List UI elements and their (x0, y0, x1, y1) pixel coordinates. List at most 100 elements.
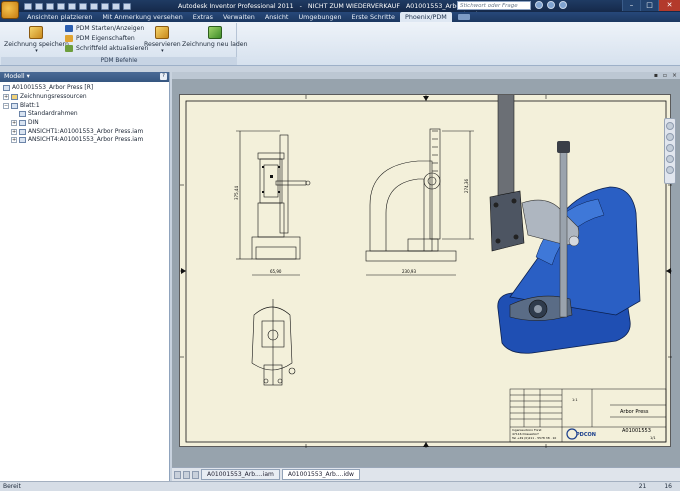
view-icon (19, 128, 26, 135)
tree-item-view1[interactable]: + ANSICHT1:A01001553_Arbor Press.iam (3, 127, 166, 136)
tab-mit-anmerkung[interactable]: Mit Anmerkung versehen (97, 12, 187, 22)
pdm-properties-icon (65, 35, 73, 42)
application-menu-button[interactable] (1, 1, 19, 19)
subscription-icon[interactable] (547, 1, 555, 9)
undo-icon[interactable] (57, 2, 65, 10)
select-icon[interactable] (90, 2, 98, 10)
dim-height-side: 274,36 (464, 179, 469, 193)
material-icon[interactable] (101, 2, 109, 10)
tree-item-sheet[interactable]: − Blatt:1 (3, 101, 166, 110)
titleblock-title: Arbor Press (620, 409, 649, 415)
graphics-window-controls: ▪ ▫ × (654, 72, 677, 79)
titleblock-refresh-button[interactable]: Schriftfeld aktualisieren (65, 45, 148, 52)
quick-access-toolbar (24, 0, 131, 12)
maximize-button[interactable]: □ (640, 0, 658, 11)
update-icon[interactable] (112, 2, 120, 10)
redo-icon[interactable] (68, 2, 76, 10)
help-icon[interactable] (559, 1, 567, 9)
expand-icon[interactable]: + (11, 137, 17, 144)
drawing-sheet[interactable]: 375,44 65,90 230,93 274,36 Arbor Press A… (179, 94, 672, 448)
pdm-start-button[interactable]: PDM Starten/Anzeigen (65, 25, 144, 32)
tree-item-resources[interactable]: + Zeichnungsressourcen (3, 93, 166, 102)
reload-drawing-button[interactable]: Zeichnung neu laden (182, 26, 248, 48)
tree-label-resources: Zeichnungsressourcen (20, 94, 87, 101)
close-button[interactable]: ✕ (658, 0, 680, 11)
view-icon (19, 137, 26, 144)
tab-scroll-left-icon[interactable] (174, 470, 181, 479)
tab-ansichten-platzieren[interactable]: Ansichten platzieren (22, 12, 97, 22)
look-at-icon[interactable] (666, 166, 674, 174)
tree-item-document[interactable]: A01001553_Arbor Press [R] (3, 84, 166, 93)
ribbon-minimize-icon[interactable] (457, 14, 470, 20)
reserve-icon (155, 26, 170, 39)
status-bar: Bereit 21 16 (0, 481, 680, 491)
browser-help-button[interactable]: ? (160, 73, 167, 80)
pdm-start-icon (65, 25, 73, 32)
sheet-icon (11, 102, 18, 109)
document-tabs: A01001553_Arb....iam A01001553_Arb....id… (172, 467, 680, 481)
browser-header[interactable]: Modell ▾ ? (0, 72, 169, 82)
drawing-document-icon (3, 85, 10, 92)
tab-phoenix-pdm[interactable]: Phoenix/PDM (399, 12, 452, 22)
measure-icon[interactable] (123, 2, 131, 10)
save-drawing-icon (29, 26, 44, 39)
center-mark-right (666, 268, 671, 274)
binoculars-icon[interactable] (535, 1, 543, 9)
title-bar: Autodesk Inventor Professional 2011 - NI… (0, 0, 680, 19)
tab-erste-schritte[interactable]: Erste Schritte (347, 12, 400, 22)
title-separator: - (299, 2, 302, 10)
expand-icon[interactable]: + (3, 94, 9, 101)
dim-width-side: 230,93 (402, 269, 416, 274)
tab-ansicht[interactable]: Ansicht (260, 12, 294, 22)
orbit-icon[interactable] (666, 155, 674, 163)
save-drawing-button[interactable]: Zeichnung speichern ▾ (4, 26, 69, 54)
tree-label-view4: ANSICHT4:A01001553_Arbor Press.iam (28, 137, 144, 144)
titleblock-refresh-label: Schriftfeld aktualisieren (76, 45, 149, 52)
canvas-close-icon[interactable]: × (672, 72, 677, 79)
status-count-2: 16 (664, 483, 672, 490)
drawing-svg: 375,44 65,90 230,93 274,36 Arbor Press A… (180, 95, 672, 448)
tab-list-icon[interactable] (192, 470, 199, 479)
save-drawing-label: Zeichnung speichern (4, 41, 69, 48)
browser-title: Modell (4, 73, 25, 80)
expand-icon[interactable]: + (11, 120, 17, 127)
tree-item-border[interactable]: Standardrahmen (3, 110, 166, 119)
canvas-restore-icon[interactable]: ▫ (663, 72, 667, 79)
status-count-1: 21 (638, 483, 647, 490)
panel-label: PDM Befehle (1, 57, 237, 65)
tree-label-document: A01001553_Arbor Press [R] (12, 85, 94, 92)
expand-icon[interactable]: + (11, 128, 17, 135)
graphics-window[interactable]: ▪ ▫ × 375,44 65,90 230,93 274,36 Arbor P… (172, 72, 680, 467)
titleblock-icon (19, 120, 26, 127)
ribbon: Zeichnung speichern ▾ PDM Starten/Anzeig… (0, 22, 680, 66)
doc-tab-assembly[interactable]: A01001553_Arb....iam (201, 469, 280, 480)
steering-wheel-icon[interactable] (666, 122, 674, 130)
save-icon[interactable] (46, 2, 54, 10)
print-icon[interactable] (79, 2, 87, 10)
tree-item-view4[interactable]: + ANSICHT4:A01001553_Arbor Press.iam (3, 136, 166, 145)
collapse-icon[interactable]: − (3, 102, 9, 109)
company-address-3: Tel +49 (0)211 - 5578 38 · 10 (511, 436, 556, 440)
help-search-input[interactable]: Stichwort oder Frage eingeben (457, 1, 531, 17)
pan-icon[interactable] (666, 133, 674, 141)
front-view-dots (262, 166, 280, 193)
center-mark-top (423, 96, 429, 101)
tab-verwalten[interactable]: Verwalten (218, 12, 260, 22)
center-mark-bottom (423, 442, 429, 447)
reload-drawing-label: Zeichnung neu laden (182, 41, 248, 48)
pdm-properties-button[interactable]: PDM Eigenschaften (65, 35, 135, 42)
window-controls: – □ ✕ (622, 0, 680, 11)
side-view (365, 128, 474, 276)
tab-umgebungen[interactable]: Umgebungen (293, 12, 346, 22)
zoom-icon[interactable] (666, 144, 674, 152)
reserve-button[interactable]: Reservieren ▾ (144, 26, 181, 54)
minimize-button[interactable]: – (622, 0, 640, 11)
tab-scroll-right-icon[interactable] (183, 470, 190, 479)
canvas-minimize-icon[interactable]: ▪ (654, 72, 658, 79)
open-file-icon[interactable] (35, 2, 43, 10)
top-view (251, 299, 296, 386)
tree-item-din[interactable]: + DIN (3, 119, 166, 128)
new-file-icon[interactable] (24, 2, 32, 10)
doc-tab-drawing[interactable]: A01001553_Arb....idw (281, 469, 360, 480)
tab-extras[interactable]: Extras (188, 12, 218, 22)
